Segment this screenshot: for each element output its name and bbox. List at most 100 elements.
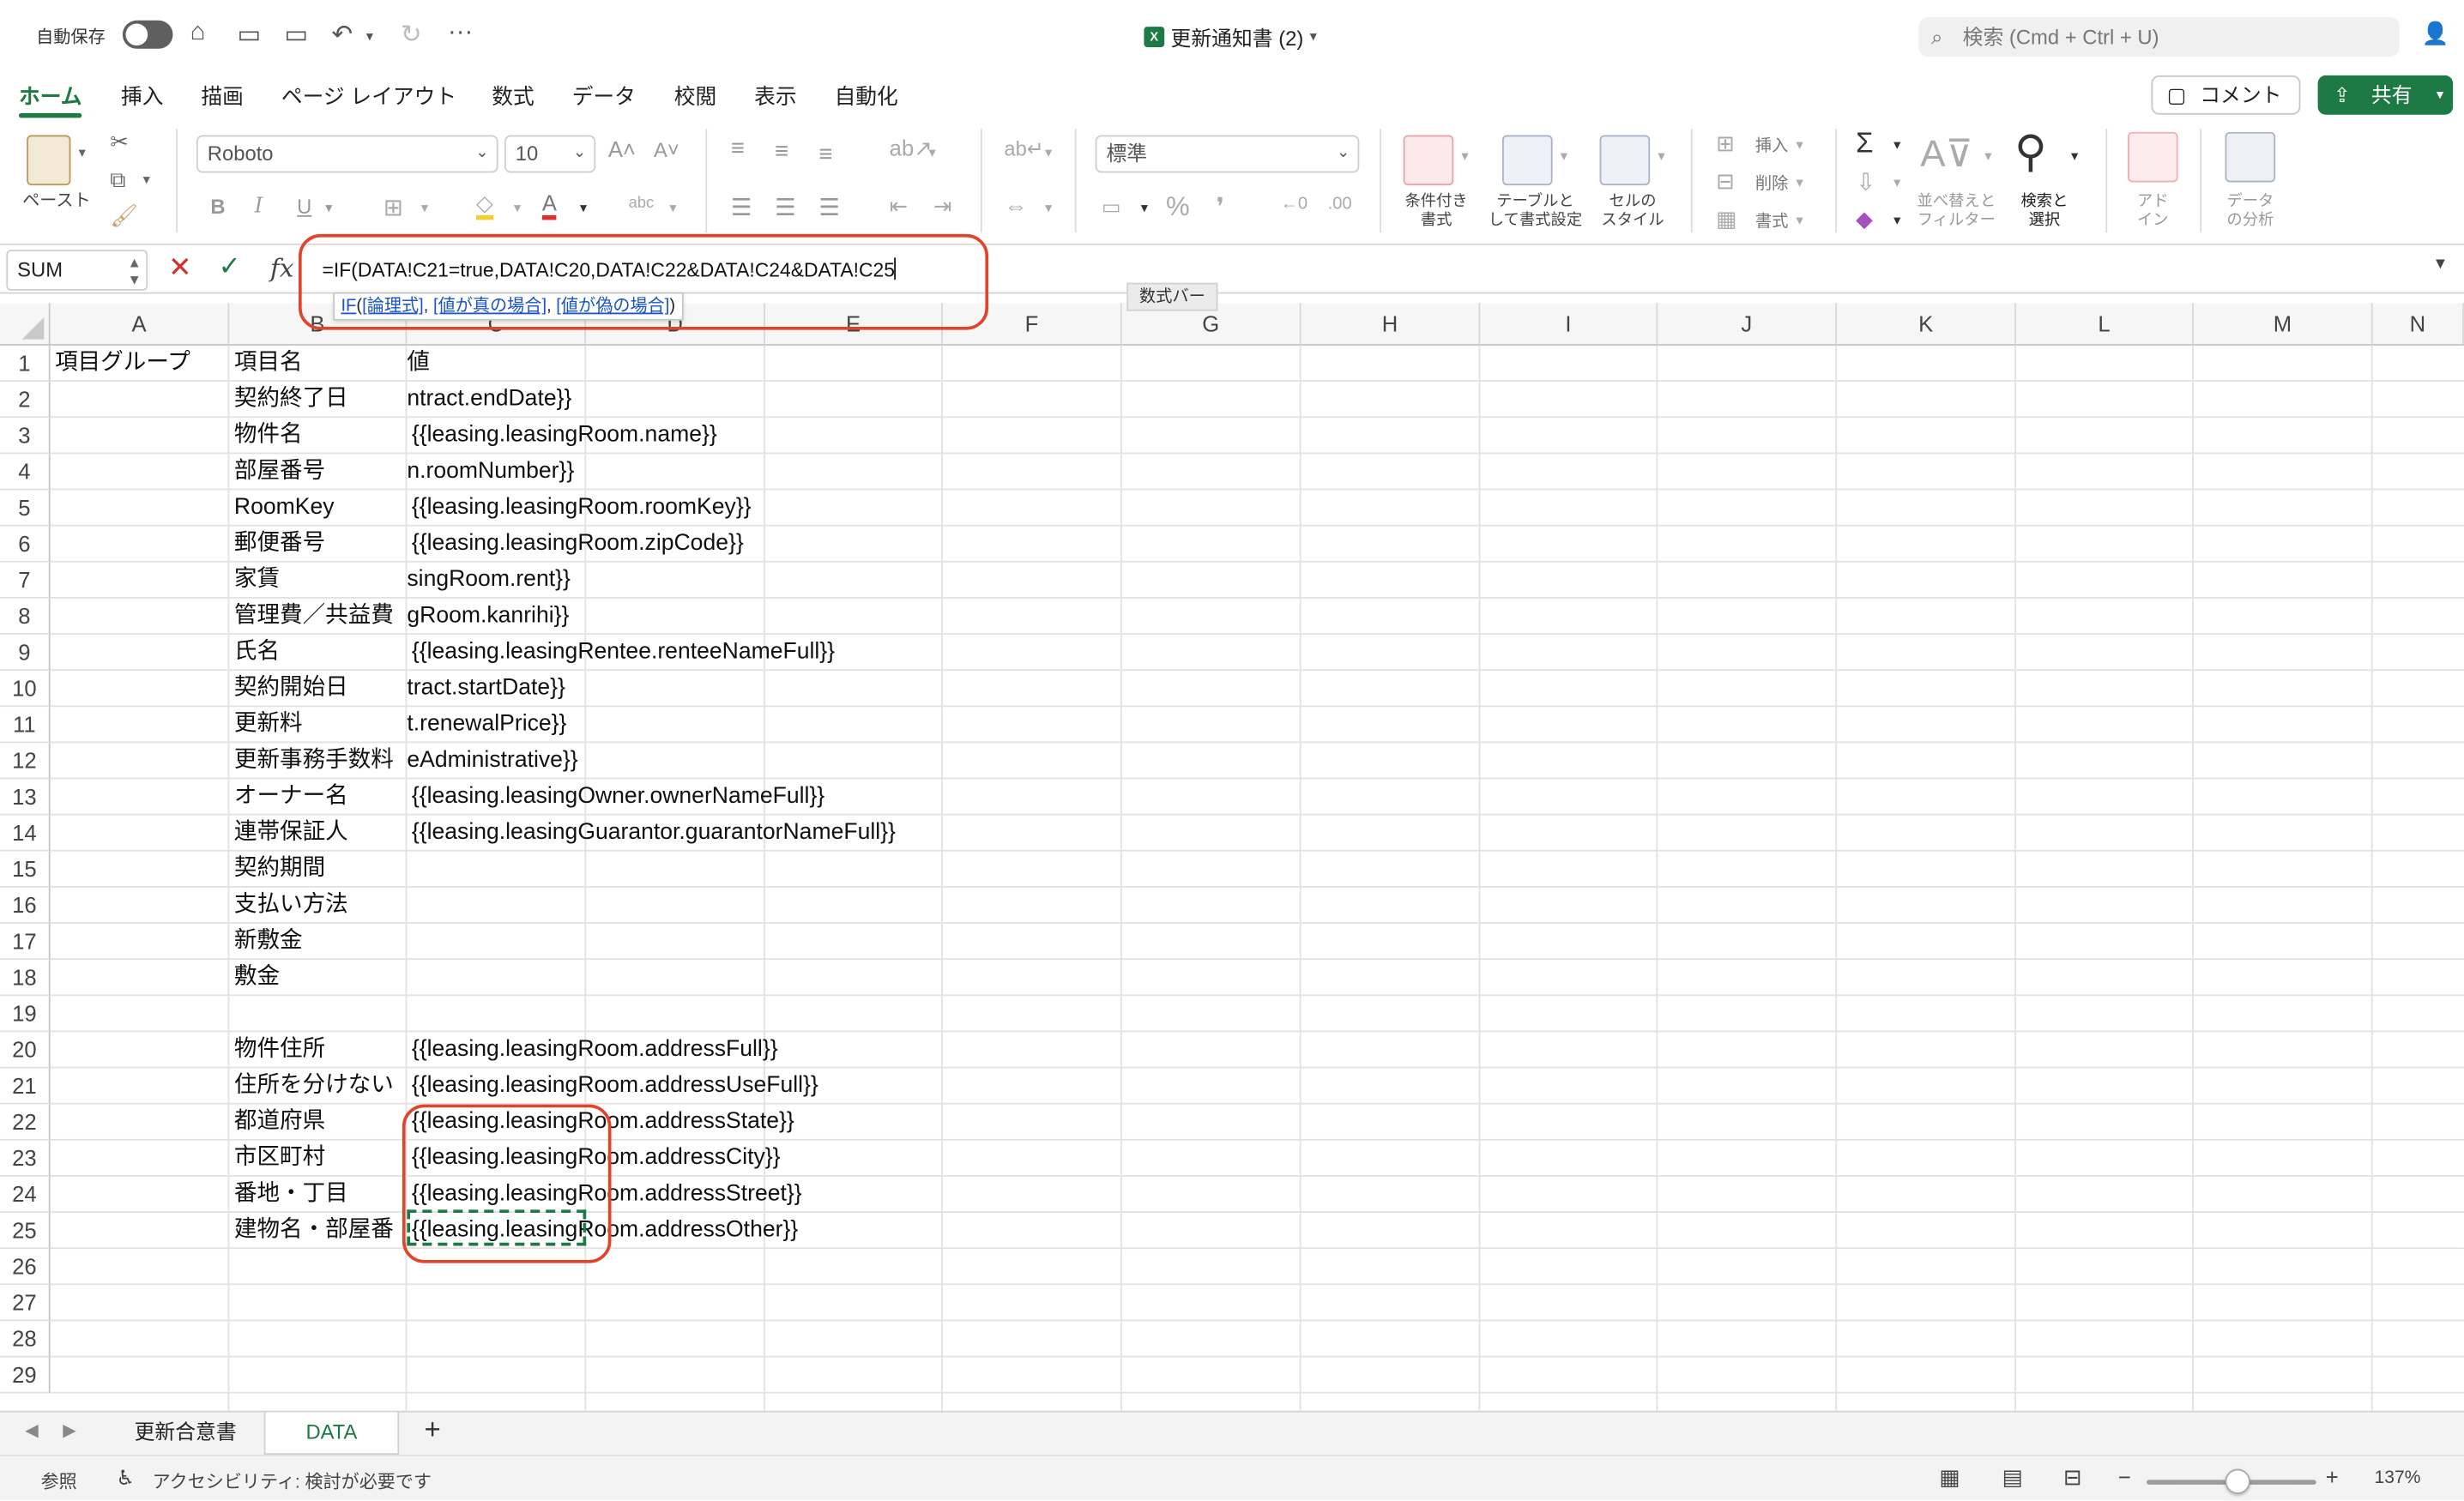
format-cells-icon[interactable]: ▦: [1716, 206, 1736, 232]
row-header[interactable]: 19: [0, 996, 51, 1033]
cell-c[interactable]: t.renewalPrice}}: [407, 707, 586, 743]
cell-style-dropdown-icon[interactable]: ▾: [1658, 148, 1664, 165]
comma-icon[interactable]: ❜: [1217, 191, 1224, 223]
addins-icon[interactable]: [2127, 131, 2178, 183]
cell-b[interactable]: 契約期間: [229, 852, 407, 888]
delete-cells-label[interactable]: 削除: [1755, 172, 1788, 195]
cell-c[interactable]: eAdministrative}}: [407, 743, 586, 779]
number-format-select[interactable]: 標準 ⌄: [1095, 135, 1360, 173]
cell-c[interactable]: tract.startDate}}: [407, 671, 586, 707]
cell-b[interactable]: 項目名: [229, 346, 407, 382]
wrap-dropdown-icon[interactable]: ▾: [1045, 145, 1052, 162]
copy-dropdown-icon[interactable]: ▾: [143, 172, 150, 189]
autosave-toggle[interactable]: [122, 20, 173, 49]
currency-dropdown-icon[interactable]: ▾: [1141, 200, 1148, 217]
row-header[interactable]: 8: [0, 598, 51, 635]
increase-font-icon[interactable]: A˄: [608, 136, 636, 161]
cell-c[interactable]: {{leasing.leasingRentee.renteeNameFull}}: [407, 635, 1507, 671]
copy-icon[interactable]: ⧉: [110, 166, 125, 193]
cell-b[interactable]: 敷金: [229, 960, 407, 996]
row-header[interactable]: 18: [0, 960, 51, 997]
merge-icon[interactable]: ⇔: [1004, 193, 1027, 220]
row-header[interactable]: 6: [0, 526, 51, 563]
hint-arg-true[interactable]: [値が真の場合]: [433, 297, 547, 316]
border-icon[interactable]: ⊞: [383, 193, 403, 221]
column-header[interactable]: J: [1658, 303, 1838, 346]
row-header[interactable]: 27: [0, 1285, 51, 1322]
sheet-tab[interactable]: 更新合意書: [107, 1413, 264, 1455]
sort-filter-icon[interactable]: A⊽: [1920, 132, 1973, 178]
hint-function[interactable]: IF: [341, 297, 356, 316]
column-header[interactable]: L: [2015, 303, 2194, 346]
formula-bar-expand-icon[interactable]: ▼: [2432, 256, 2448, 274]
next-sheet-icon[interactable]: ▶: [63, 1420, 76, 1441]
formula-input[interactable]: =IF(DATA!C21=true,DATA!C20,DATA!C22&DATA…: [322, 257, 897, 281]
align-top-icon[interactable]: ≡: [731, 136, 745, 162]
chevron-down-icon[interactable]: ▼: [128, 270, 142, 289]
row-header[interactable]: 23: [0, 1140, 51, 1177]
zoom-level[interactable]: 137%: [2375, 1469, 2421, 1488]
row-header[interactable]: 21: [0, 1068, 51, 1105]
tab-view[interactable]: 表示: [754, 79, 796, 111]
cell-b[interactable]: 家賃: [229, 563, 407, 599]
column-header[interactable]: E: [764, 303, 943, 346]
fill-color-icon[interactable]: ◇: [475, 191, 493, 220]
align-bottom-icon[interactable]: ≡: [818, 142, 832, 168]
cell-b[interactable]: 物件住所: [229, 1032, 407, 1068]
column-header[interactable]: N: [2372, 303, 2464, 346]
row-header[interactable]: 7: [0, 562, 51, 599]
enter-icon[interactable]: ✓: [219, 251, 241, 283]
cell-b[interactable]: 住所を分けない: [229, 1068, 407, 1104]
cell-c[interactable]: {{leasing.leasingOwner.ownerNameFull}}: [407, 779, 1507, 815]
paste-icon[interactable]: [27, 135, 71, 186]
cut-icon[interactable]: ✂: [110, 129, 128, 155]
row-header[interactable]: 25: [0, 1212, 51, 1250]
underline-button[interactable]: U: [297, 195, 311, 218]
row-header[interactable]: 9: [0, 634, 51, 672]
cell-c[interactable]: ntract.endDate}}: [407, 382, 586, 418]
row-header[interactable]: 1: [0, 345, 51, 383]
align-center-icon[interactable]: ☰: [775, 193, 796, 221]
font-color-dropdown-icon[interactable]: ▾: [580, 200, 587, 217]
spreadsheet-grid[interactable]: A B C D E F G H I J K L M N 1 項目グループ 項目名値 2 契約終了日 ntract.en…: [0, 303, 2464, 1411]
insert-cells-icon[interactable]: ⊞: [1716, 130, 1734, 157]
insert-dropdown-icon[interactable]: ▾: [1797, 136, 1803, 154]
cell-b[interactable]: 物件名: [229, 418, 407, 454]
cell-c[interactable]: {{leasing.leasingRoom.name}}: [407, 418, 1507, 454]
cell-b[interactable]: 番地・丁目: [229, 1177, 407, 1213]
tab-page-layout[interactable]: ページ レイアウト: [281, 79, 456, 111]
row-header[interactable]: 2: [0, 382, 51, 419]
underline-dropdown-icon[interactable]: ▾: [325, 200, 332, 217]
row-header[interactable]: 13: [0, 779, 51, 816]
fill-dropdown-icon[interactable]: ▾: [1893, 174, 1900, 191]
orientation-icon[interactable]: ab↗: [890, 136, 933, 162]
cell-c[interactable]: n.roomNumber}}: [407, 454, 586, 490]
cancel-icon[interactable]: ✕: [168, 251, 192, 284]
cell-b[interactable]: 建物名・部屋番: [229, 1213, 407, 1249]
column-header[interactable]: I: [1480, 303, 1658, 346]
cell-c[interactable]: singRoom.rent}}: [407, 563, 586, 599]
table-format-dropdown-icon[interactable]: ▾: [1561, 148, 1567, 165]
prev-sheet-icon[interactable]: ◀: [25, 1420, 39, 1441]
font-name-select[interactable]: Roboto ⌄: [196, 135, 498, 173]
zoom-in-icon[interactable]: +: [2326, 1464, 2339, 1489]
name-box[interactable]: SUM ▲ ▼: [6, 250, 148, 291]
row-header[interactable]: 4: [0, 454, 51, 491]
percent-button[interactable]: %: [1166, 191, 1190, 223]
delete-cells-icon[interactable]: ⊟: [1716, 168, 1734, 195]
cell-b[interactable]: 更新料: [229, 707, 407, 743]
clear-dropdown-icon[interactable]: ▾: [1893, 212, 1900, 229]
align-middle-icon[interactable]: ≡: [775, 138, 788, 165]
row-header[interactable]: 22: [0, 1104, 51, 1141]
row-header[interactable]: 14: [0, 815, 51, 852]
row-header[interactable]: 29: [0, 1357, 51, 1394]
cell-b[interactable]: 新敷金: [229, 924, 407, 960]
wrap-text-icon[interactable]: ab↵: [1004, 136, 1043, 161]
column-header[interactable]: K: [1837, 303, 2016, 346]
search-input[interactable]: ⌕ 検索 (Cmd + Ctrl + U): [1918, 17, 2400, 57]
tab-draw[interactable]: 描画: [201, 79, 243, 111]
comment-button[interactable]: ▢ コメント: [2151, 75, 2301, 115]
bold-button[interactable]: B: [210, 195, 225, 218]
column-header[interactable]: A: [50, 303, 230, 346]
autosum-icon[interactable]: Σ: [1856, 127, 1873, 160]
